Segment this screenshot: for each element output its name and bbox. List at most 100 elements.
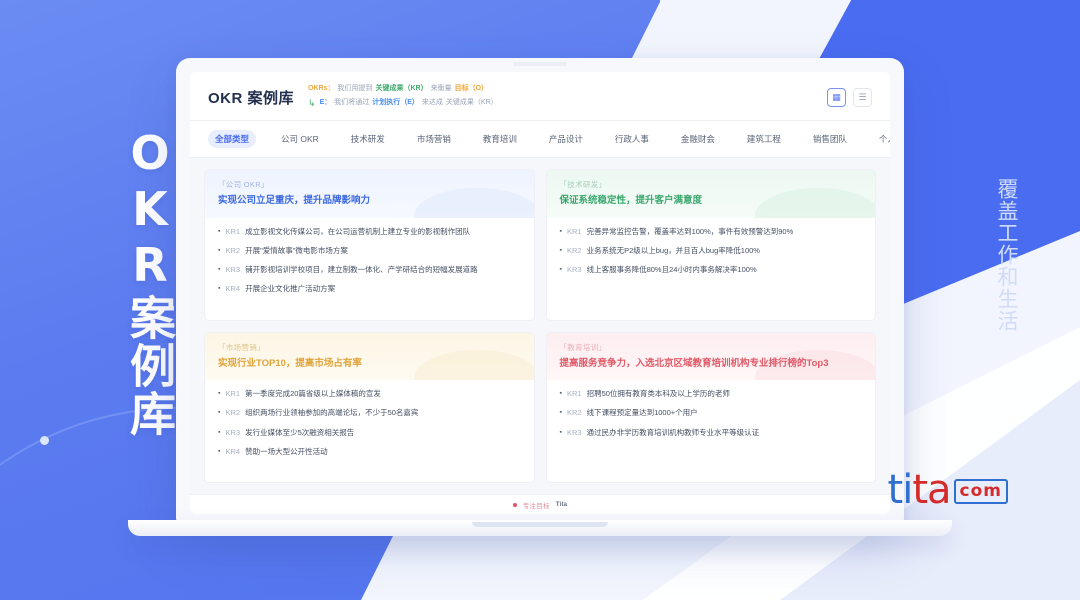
kr-item: ▪ KR3 通过民办非学历教育培训机构教师专业水平等级认证 [560,428,863,438]
arrow-return-icon: ↳ [308,97,316,108]
kr-text: 赞助一场大型公开性活动 [245,446,328,456]
kr-text: 第一季度完成20篇省级以上媒体稿的宣发 [245,389,381,399]
laptop-mockup: OKR 案例库 OKRs： 我们用提到 关键成果（KR） 来衡量 目标（O） ↳… [128,58,952,536]
okr-formula-line-2: ↳ E： 我们将通过 计划执行（E） 来达成 关键成果（KR） [308,97,815,111]
objective-label: 目标（O） [454,85,489,92]
list-icon: ☰ [858,91,867,102]
okr-formula-line-1: OKRs： 我们用提到 关键成果（KR） 来衡量 目标（O） [308,84,815,95]
laptop-lid: OKR 案例库 OKRs： 我们用提到 关键成果（KR） 来衡量 目标（O） ↳… [176,58,904,524]
tita-logo-com-badge: com [953,479,1008,504]
laptop-camera-notch [513,62,567,66]
kr-key: KR3 [566,265,582,275]
card-objective: 实现公司立足重庆，提升品牌影响力 [218,195,371,206]
tab-finance[interactable]: 金融财会 [674,130,722,148]
bullet-icon: ▪ [559,246,562,254]
formula-text-a: 我们用提到 [337,85,373,92]
card-category: 「公司 OKR」 [218,180,269,189]
kr-item: ▪ KR2 线下课程预定量达到1000+个用户 [560,408,863,418]
execution-label: E： [319,99,332,106]
kr-text: 线上客服事务降低80%且24小时内事务解决率100% [586,265,757,275]
card-objective: 提高服务竞争力，入选北京区域教育培训机构专业排行榜的Top3 [559,357,829,369]
kr-text: 开展企业文化推广活动方案 [245,284,336,294]
kr-item: ▪ KR1 成立影视文化传媒公司，在公司运营机制上建立专业的影视制作团队 [218,227,521,237]
kr-text: 招聘50位拥有教育类本科及以上学历的老师 [586,389,730,399]
laptop-base [128,520,952,536]
card-objective: 实现行业TOP10，提高市场占有率 [218,357,362,369]
poster-canvas: OKR案例库 覆盖工作和生活 OKR 案例库 OKRs： 我们用提到 关键成果（… [0,0,1080,600]
okr-card-tech[interactable]: 「技术研发」 保证系统稳定性，提升客户满意度 ▪ KR1 完善异常监控告警，覆盖… [545,169,876,321]
grid-view-button[interactable]: ▦ [827,87,846,107]
plan-execution-label: 计划执行（E） [372,99,419,106]
okr-card-education[interactable]: 「教育培训」 提高服务竞争力，入选北京区域教育培训机构专业排行榜的Top3 ▪ … [545,331,876,483]
tab-all-types[interactable]: 全部类型 [208,130,257,148]
footer-dot-icon [512,502,517,507]
laptop-screen: OKR 案例库 OKRs： 我们用提到 关键成果（KR） 来衡量 目标（O） ↳… [190,72,890,514]
kr-text: 成立影视文化传媒公司，在公司运营机制上建立专业的影视制作团队 [245,226,471,236]
bullet-icon: ▪ [559,390,562,398]
kr-text: 发行业媒体至少5次融资相关报告 [245,427,355,437]
kr-key: KR2 [566,408,582,418]
tab-marketing[interactable]: 市场营销 [410,130,458,148]
grid-icon: ▦ [832,91,841,102]
okr-card-grid: 「公司 OKR」 实现公司立足重庆，提升品牌影响力 ▪ KR1 成立影视文化传媒… [190,158,890,494]
poster-hero-title: OKR案例库 [123,126,177,438]
card-header: 「市场营销」 实现行业TOP10，提高市场占有率 [205,332,534,381]
bullet-icon: ▪ [218,285,221,293]
tab-construction[interactable]: 建筑工程 [740,130,788,148]
tita-logo-blue-part: ti [887,467,914,513]
kr-list: ▪ KR1 成立影视文化传媒公司，在公司运营机制上建立专业的影视制作团队 ▪ K… [205,218,534,304]
kr-text: 业务系统无P2级以上bug，并且百人bug率降低100% [586,245,760,255]
kr-key: KR2 [225,408,241,418]
kr-item: ▪ KR4 开展企业文化推广活动方案 [218,284,521,294]
formula2-text-c: 关键成果（KR） [445,99,498,106]
okrs-label: OKRs： [308,85,335,92]
tita-logo: tita com [888,470,1008,510]
poster-hero-subtitle: 覆盖工作和生活 [995,178,1018,332]
kr-text: 铺开影视培训学校项目，建立制教一体化、产学研结合的短幅发展道路 [245,265,478,275]
kr-item: ▪ KR2 开展"爱情故事"微电影市场方案 [218,246,521,256]
kr-key: KR1 [225,226,241,236]
kr-item: ▪ KR3 发行业媒体至少5次融资相关报告 [218,428,521,438]
decorative-dot [40,436,49,445]
list-view-button[interactable]: ☰ [853,87,872,107]
tab-tech-rd[interactable]: 技术研发 [344,130,392,148]
category-tabs: 全部类型 公司 OKR 技术研发 市场营销 教育培训 产品设计 行政人事 金融财… [190,121,890,158]
kr-list: ▪ KR1 招聘50位拥有教育类本科及以上学历的老师 ▪ KR2 线下课程预定量… [547,380,876,446]
bullet-icon: ▪ [559,227,562,235]
okr-card-marketing[interactable]: 「市场营销」 实现行业TOP10，提高市场占有率 ▪ KR1 第一季度完成20篇… [204,331,535,483]
kr-key: KR2 [225,245,241,255]
key-result-label: 关键成果（KR） [375,85,428,92]
bullet-icon: ▪ [218,409,221,417]
kr-text: 开展"爱情故事"微电影市场方案 [245,245,348,255]
tita-logo-red-part: ta [912,467,951,513]
tab-product-design[interactable]: 产品设计 [542,130,590,148]
kr-item: ▪ KR1 招聘50位拥有教育类本科及以上学历的老师 [560,389,863,399]
kr-key: KR4 [225,446,241,456]
tab-sales-team[interactable]: 销售团队 [806,130,854,148]
tab-company-okr[interactable]: 公司 OKR [274,130,326,148]
app-brand-title: OKR 案例库 [208,89,295,107]
tab-admin-hr[interactable]: 行政人事 [608,130,656,148]
bullet-icon: ▪ [218,428,221,436]
bullet-icon: ▪ [559,428,562,436]
bullet-icon: ▪ [218,390,221,398]
header-actions: ▦ ☰ [827,87,872,107]
okr-card-company[interactable]: 「公司 OKR」 实现公司立足重庆，提升品牌影响力 ▪ KR1 成立影视文化传媒… [204,169,535,321]
formula2-text-a: 我们将通过 [334,99,370,106]
kr-list: ▪ KR1 第一季度完成20篇省级以上媒体稿的宣发 ▪ KR2 组织两场行业领袖… [205,380,534,466]
card-header: 「教育培训」 提高服务竞争力，入选北京区域教育培训机构专业排行榜的Top3 [546,332,875,381]
kr-item: ▪ KR1 第一季度完成20篇省级以上媒体稿的宣发 [218,389,521,399]
bullet-icon: ▪ [559,266,562,274]
app-header: OKR 案例库 OKRs： 我们用提到 关键成果（KR） 来衡量 目标（O） ↳… [190,72,890,121]
footer-tag: 专注目标 [522,502,550,510]
kr-key: KR1 [225,389,241,399]
card-objective: 保证系统稳定性，提升客户满意度 [559,195,703,206]
kr-key: KR1 [566,389,582,399]
tab-education[interactable]: 教育培训 [476,130,524,148]
card-header: 「公司 OKR」 实现公司立足重庆，提升品牌影响力 [205,170,534,218]
kr-item: ▪ KR2 业务系统无P2级以上bug，并且百人bug率降低100% [560,246,863,256]
tab-personal-growth[interactable]: 个人发展 [872,130,890,148]
kr-item: ▪ KR2 组织两场行业领袖参加的高端论坛，不少于50名嘉宾 [218,408,521,418]
kr-text: 组织两场行业领袖参加的高端论坛，不少于50名嘉宾 [245,408,419,418]
kr-key: KR2 [566,245,582,255]
